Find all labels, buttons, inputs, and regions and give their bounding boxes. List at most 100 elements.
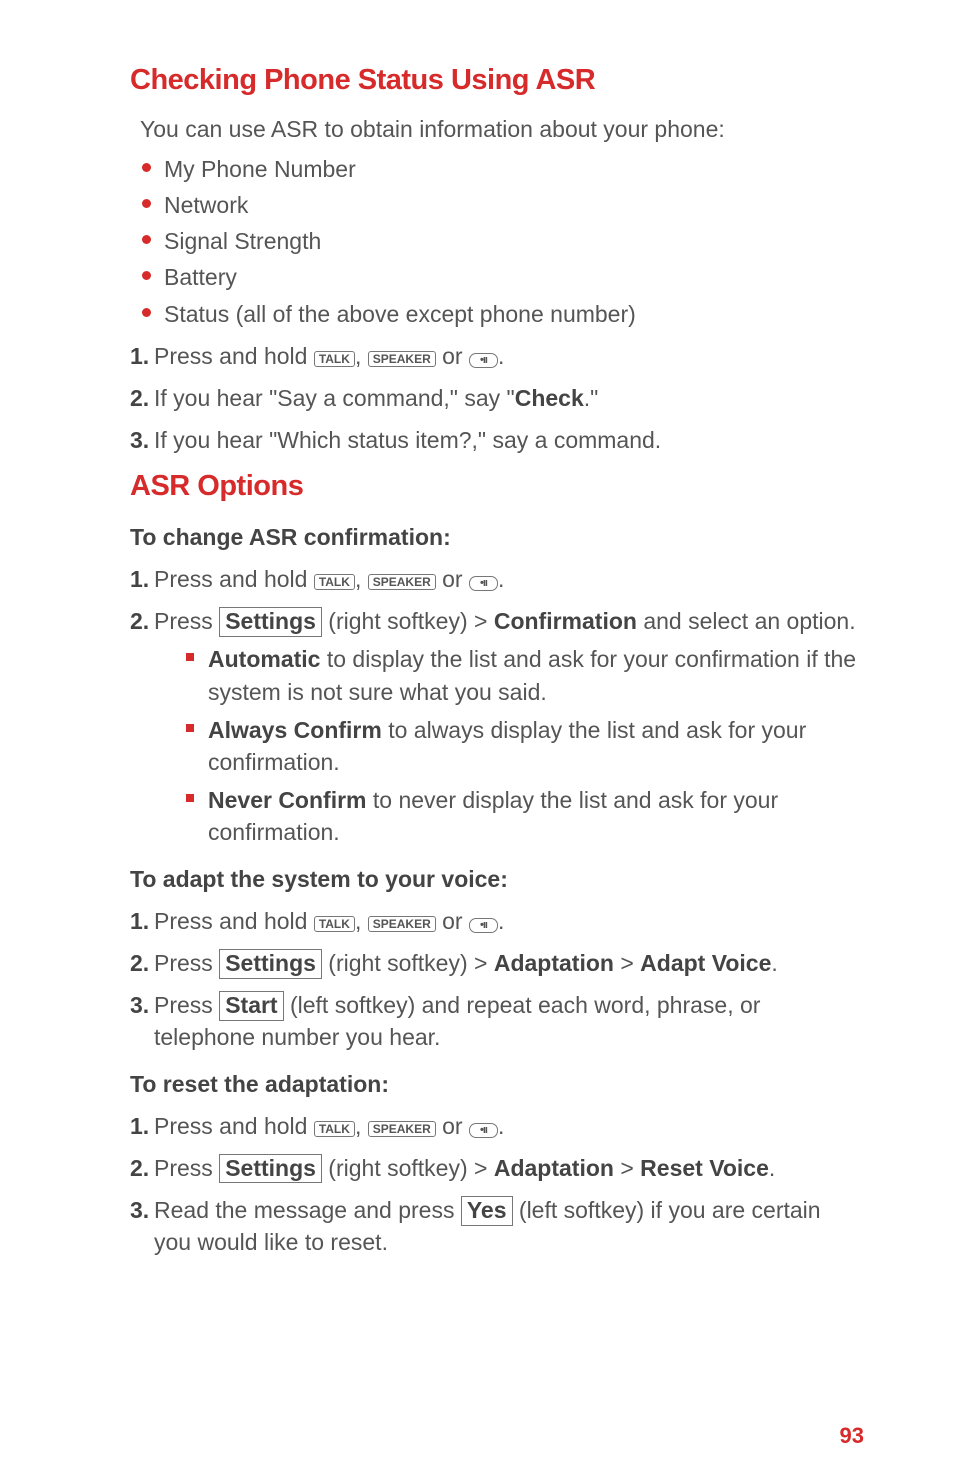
signal-key-icon: •ıı	[469, 1123, 498, 1138]
subheading-adapt: To adapt the system to your voice:	[130, 863, 864, 895]
settings-softkey: Settings	[219, 949, 322, 979]
step-text: or	[436, 908, 469, 934]
menu-path: Adaptation	[494, 1155, 614, 1181]
step-item: 2. Press Settings (right softkey) > Adap…	[130, 1152, 864, 1184]
menu-path: Adaptation	[494, 950, 614, 976]
step-number: 2.	[130, 382, 149, 414]
bullet-item: Battery	[140, 261, 864, 293]
step-text: Press	[154, 608, 219, 634]
talk-key-icon: TALK	[314, 351, 355, 367]
step-text: ,	[355, 343, 368, 369]
step-item: 1. Press and hold TALK, SPEAKER or •ıı.	[130, 1110, 864, 1142]
step-text: Press and hold	[154, 343, 314, 369]
step-text: ,	[355, 566, 368, 592]
steps-list-adapt: 1. Press and hold TALK, SPEAKER or •ıı. …	[130, 905, 864, 1054]
step-number: 1.	[130, 563, 149, 595]
step-number: 3.	[130, 424, 149, 456]
step-number: 2.	[130, 947, 149, 979]
step-number: 1.	[130, 1110, 149, 1142]
step-text: or	[436, 1113, 469, 1139]
step-number: 3.	[130, 1194, 149, 1226]
step-number: 1.	[130, 340, 149, 372]
step-text: Press and hold	[154, 1113, 314, 1139]
step-number: 1.	[130, 905, 149, 937]
steps-list-1: 1. Press and hold TALK, SPEAKER or •ıı. …	[130, 340, 864, 457]
bullet-item: Network	[140, 189, 864, 221]
talk-key-icon: TALK	[314, 916, 355, 932]
yes-softkey: Yes	[461, 1196, 513, 1226]
command-word: Check	[515, 385, 584, 411]
step-text: >	[614, 1155, 640, 1181]
option-name: Never Confirm	[208, 787, 366, 813]
step-item: 2. Press Settings (right softkey) > Conf…	[130, 605, 864, 848]
step-text: If you hear "Say a command," say "	[154, 385, 515, 411]
step-text: If you hear "Which status item?," say a …	[154, 427, 661, 453]
step-text: Press and hold	[154, 566, 314, 592]
option-name: Always Confirm	[208, 717, 382, 743]
steps-list-confirmation: 1. Press and hold TALK, SPEAKER or •ıı. …	[130, 563, 864, 849]
talk-key-icon: TALK	[314, 1121, 355, 1137]
step-text: Press	[154, 950, 219, 976]
speaker-key-icon: SPEAKER	[368, 1121, 436, 1137]
menu-path: Reset Voice	[640, 1155, 769, 1181]
bullet-item: Status (all of the above except phone nu…	[140, 298, 864, 330]
options-list: Automatic to display the list and ask fo…	[186, 643, 864, 848]
step-text: .	[498, 566, 504, 592]
step-text: .	[498, 343, 504, 369]
step-text: ."	[584, 385, 599, 411]
step-text: and select an option.	[637, 608, 856, 634]
start-softkey: Start	[219, 991, 283, 1021]
step-text: ,	[355, 908, 368, 934]
step-item: 1. Press and hold TALK, SPEAKER or •ıı.	[130, 563, 864, 595]
page-number: 93	[840, 1421, 864, 1452]
intro-text: You can use ASR to obtain information ab…	[140, 113, 864, 145]
step-item: 1. Press and hold TALK, SPEAKER or •ıı.	[130, 905, 864, 937]
step-text: Press and hold	[154, 908, 314, 934]
step-text: .	[498, 908, 504, 934]
step-text: Press	[154, 992, 219, 1018]
step-text: >	[614, 950, 640, 976]
bullet-item: Signal Strength	[140, 225, 864, 257]
step-text: or	[436, 343, 469, 369]
step-item: 3. Read the message and press Yes (left …	[130, 1194, 864, 1258]
step-number: 2.	[130, 1152, 149, 1184]
heading-asr-options: ASR Options	[130, 466, 864, 507]
heading-checking-status: Checking Phone Status Using ASR	[130, 60, 864, 101]
step-item: 3. If you hear "Which status item?," say…	[130, 424, 864, 456]
talk-key-icon: TALK	[314, 574, 355, 590]
signal-key-icon: •ıı	[469, 918, 498, 933]
step-item: 3. Press Start (left softkey) and repeat…	[130, 989, 864, 1053]
subheading-confirmation: To change ASR confirmation:	[130, 521, 864, 553]
menu-path: Adapt Voice	[640, 950, 771, 976]
step-text: (right softkey) >	[322, 1155, 494, 1181]
step-text: or	[436, 566, 469, 592]
step-item: 1. Press and hold TALK, SPEAKER or •ıı.	[130, 340, 864, 372]
speaker-key-icon: SPEAKER	[368, 351, 436, 367]
step-text: (right softkey) >	[322, 950, 494, 976]
step-text: ,	[355, 1113, 368, 1139]
step-number: 2.	[130, 605, 149, 637]
step-item: 2. Press Settings (right softkey) > Adap…	[130, 947, 864, 979]
signal-key-icon: •ıı	[469, 576, 498, 591]
step-text: (right softkey) >	[322, 608, 494, 634]
signal-key-icon: •ıı	[469, 353, 498, 368]
step-number: 3.	[130, 989, 149, 1021]
option-name: Automatic	[208, 646, 320, 672]
speaker-key-icon: SPEAKER	[368, 916, 436, 932]
step-text: .	[769, 1155, 775, 1181]
settings-softkey: Settings	[219, 607, 322, 637]
option-item: Never Confirm to never display the list …	[186, 784, 864, 848]
option-item: Always Confirm to always display the lis…	[186, 714, 864, 778]
status-bullet-list: My Phone Number Network Signal Strength …	[140, 153, 864, 330]
subheading-reset: To reset the adaptation:	[130, 1068, 864, 1100]
bullet-item: My Phone Number	[140, 153, 864, 185]
option-item: Automatic to display the list and ask fo…	[186, 643, 864, 707]
step-text: .	[771, 950, 777, 976]
step-item: 2. If you hear "Say a command," say "Che…	[130, 382, 864, 414]
menu-path: Confirmation	[494, 608, 637, 634]
steps-list-reset: 1. Press and hold TALK, SPEAKER or •ıı. …	[130, 1110, 864, 1259]
settings-softkey: Settings	[219, 1154, 322, 1184]
step-text: .	[498, 1113, 504, 1139]
speaker-key-icon: SPEAKER	[368, 574, 436, 590]
step-text: Read the message and press	[154, 1197, 461, 1223]
